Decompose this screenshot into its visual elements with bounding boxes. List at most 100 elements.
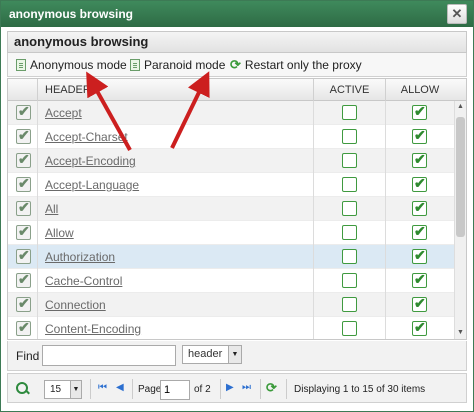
column-header-active[interactable]: ACTIVE xyxy=(314,79,386,101)
row-select-checkbox[interactable] xyxy=(16,223,31,240)
header-name-link[interactable]: Allow xyxy=(45,226,74,240)
page-size-select[interactable]: 15 ▼ xyxy=(44,380,82,399)
active-checkbox[interactable] xyxy=(342,105,357,120)
anonymous-mode-button[interactable]: Anonymous mode xyxy=(16,56,127,74)
document-icon xyxy=(130,59,140,71)
scroll-up-icon[interactable]: ▲ xyxy=(455,101,466,113)
header-name-link[interactable]: Accept-Charset xyxy=(45,130,128,144)
allow-cell xyxy=(386,173,454,197)
table-row[interactable]: Allow xyxy=(8,221,454,245)
close-icon[interactable]: ✕ xyxy=(447,4,467,24)
allow-checkbox[interactable] xyxy=(412,295,427,312)
allow-checkbox[interactable] xyxy=(412,247,427,264)
allow-checkbox[interactable] xyxy=(412,127,427,144)
allow-cell xyxy=(386,221,454,245)
table-row[interactable]: Accept xyxy=(8,101,454,125)
paranoid-mode-label: Paranoid mode xyxy=(144,58,226,72)
allow-checkbox[interactable] xyxy=(412,151,427,168)
active-cell xyxy=(314,269,386,293)
active-cell xyxy=(314,149,386,173)
row-select-checkbox[interactable] xyxy=(16,247,31,264)
header-name-link[interactable]: Connection xyxy=(45,298,106,312)
row-select-checkbox[interactable] xyxy=(16,151,31,168)
chevron-down-icon: ▼ xyxy=(228,346,241,363)
allow-checkbox[interactable] xyxy=(412,271,427,288)
header-name-link[interactable]: Authorization xyxy=(45,250,115,264)
table-row[interactable]: Accept-Charset xyxy=(8,125,454,149)
active-checkbox[interactable] xyxy=(342,153,357,168)
refresh-icon[interactable]: ⟳ xyxy=(266,380,277,396)
search-icon[interactable] xyxy=(16,382,29,395)
find-input[interactable] xyxy=(42,345,176,366)
header-name-cell: Content-Encoding xyxy=(38,317,314,339)
paranoid-mode-button[interactable]: Paranoid mode xyxy=(130,56,225,74)
headers-grid: HEADER ▲ ACTIVE ALLOW Accept Accept-Chars… xyxy=(7,78,467,340)
active-checkbox[interactable] xyxy=(342,201,357,216)
row-select-cell xyxy=(8,125,38,149)
table-row[interactable]: Connection xyxy=(8,293,454,317)
vertical-scrollbar[interactable]: ▲ ▼ xyxy=(454,101,466,339)
window-titlebar[interactable]: anonymous browsing ✕ xyxy=(1,1,473,27)
header-name-link[interactable]: Accept xyxy=(45,106,82,120)
row-select-checkbox[interactable] xyxy=(16,271,31,288)
page-number-input[interactable] xyxy=(160,380,190,400)
row-select-checkbox[interactable] xyxy=(16,175,31,192)
allow-cell xyxy=(386,125,454,149)
allow-cell xyxy=(386,317,454,339)
column-header-allow[interactable]: ALLOW xyxy=(386,79,454,101)
next-page-icon[interactable]: ▶ xyxy=(226,382,234,393)
active-cell xyxy=(314,245,386,269)
page-label: Page xyxy=(138,384,162,395)
active-checkbox[interactable] xyxy=(342,177,357,192)
header-name-cell: Accept-Language xyxy=(38,173,314,197)
allow-checkbox[interactable] xyxy=(412,199,427,216)
active-checkbox[interactable] xyxy=(342,225,357,240)
row-select-checkbox[interactable] xyxy=(16,319,31,336)
header-name-link[interactable]: All xyxy=(45,202,58,216)
active-checkbox[interactable] xyxy=(342,249,357,264)
active-cell xyxy=(314,197,386,221)
page-size-value: 15 xyxy=(50,384,62,395)
table-row[interactable]: Accept-Encoding xyxy=(8,149,454,173)
row-select-checkbox[interactable] xyxy=(16,295,31,312)
allow-checkbox[interactable] xyxy=(412,103,427,120)
table-row[interactable]: Content-Encoding xyxy=(8,317,454,339)
table-row[interactable]: Authorization xyxy=(8,245,454,269)
scroll-down-icon[interactable]: ▼ xyxy=(455,327,466,339)
row-select-cell xyxy=(8,245,38,269)
first-page-icon[interactable]: ⏮ xyxy=(98,382,107,393)
header-name-link[interactable]: Accept-Encoding xyxy=(45,154,136,168)
header-column-label: HEADER xyxy=(45,84,91,96)
active-cell xyxy=(314,173,386,197)
allow-checkbox[interactable] xyxy=(412,319,427,336)
restart-proxy-button[interactable]: ⟳ Restart only the proxy xyxy=(230,56,362,74)
active-checkbox[interactable] xyxy=(342,321,357,336)
header-name-cell: Authorization xyxy=(38,245,314,269)
table-row[interactable]: All xyxy=(8,197,454,221)
find-field-select[interactable]: header ▼ xyxy=(182,345,242,364)
header-name-link[interactable]: Content-Encoding xyxy=(45,322,141,336)
header-name-cell: Accept xyxy=(38,101,314,125)
allow-checkbox[interactable] xyxy=(412,175,427,192)
row-select-checkbox[interactable] xyxy=(16,103,31,120)
allow-cell xyxy=(386,269,454,293)
active-checkbox[interactable] xyxy=(342,273,357,288)
row-select-checkbox[interactable] xyxy=(16,199,31,216)
header-name-link[interactable]: Cache-Control xyxy=(45,274,122,288)
toolbar: Anonymous mode Paranoid mode ⟳ Restart on… xyxy=(7,53,467,77)
header-name-cell: Accept-Encoding xyxy=(38,149,314,173)
find-label: Find xyxy=(16,349,40,363)
panel-title: anonymous browsing xyxy=(7,31,467,53)
active-checkbox[interactable] xyxy=(342,129,357,144)
row-select-checkbox[interactable] xyxy=(16,127,31,144)
scroll-thumb[interactable] xyxy=(456,117,465,237)
column-header-header[interactable]: HEADER ▲ xyxy=(38,79,314,101)
allow-checkbox[interactable] xyxy=(412,223,427,240)
refresh-icon: ⟳ xyxy=(230,57,241,72)
table-row[interactable]: Cache-Control xyxy=(8,269,454,293)
active-checkbox[interactable] xyxy=(342,297,357,312)
last-page-icon[interactable]: ⏭ xyxy=(242,382,251,393)
previous-page-icon[interactable]: ◀ xyxy=(116,382,124,393)
table-row[interactable]: Accept-Language xyxy=(8,173,454,197)
header-name-link[interactable]: Accept-Language xyxy=(45,178,139,192)
